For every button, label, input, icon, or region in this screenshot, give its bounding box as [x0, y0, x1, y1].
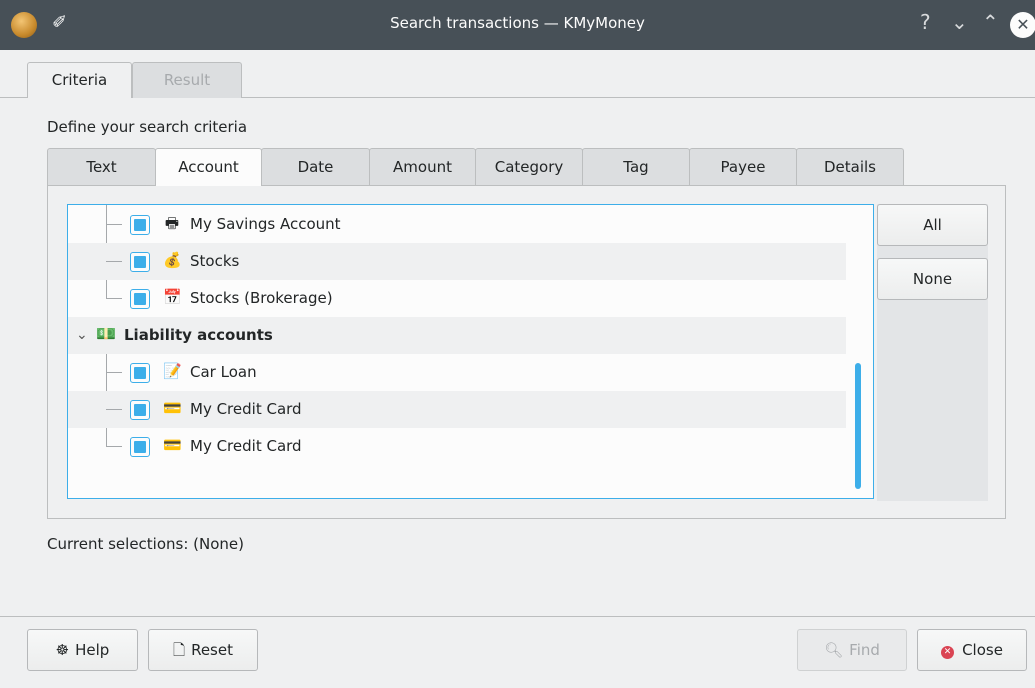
credit-card-icon: 💳 [163, 436, 182, 454]
tab-account[interactable]: Account [155, 148, 262, 186]
tree-row[interactable]: 📅 Stocks (Brokerage) [68, 280, 846, 317]
tree-connector [106, 298, 122, 299]
account-label: Stocks (Brokerage) [190, 289, 333, 307]
reset-button-label: Reset [191, 641, 233, 659]
help-icon[interactable]: ? [920, 10, 931, 34]
account-checkbox[interactable] [130, 363, 150, 383]
account-checkbox[interactable] [130, 289, 150, 309]
tab-tag[interactable]: Tag [582, 148, 690, 185]
find-button-label: Find [849, 641, 880, 659]
liability-icon: 💵 [96, 324, 116, 343]
account-label: My Savings Account [190, 215, 341, 233]
account-tree[interactable]: 🖶 My Savings Account 💰 Stocks 📅 Stocks (… [67, 204, 874, 499]
loan-icon: 📝 [163, 362, 182, 380]
account-label: My Credit Card [190, 437, 302, 455]
tree-connector [106, 409, 122, 410]
lifebuoy-icon: ☸ [55, 641, 70, 659]
select-all-button[interactable]: All [877, 204, 988, 246]
tree-row[interactable]: 💳 My Credit Card [68, 391, 846, 428]
tree-connector [106, 372, 122, 373]
close-button-label: Close [962, 641, 1003, 659]
stocks-icon: 💰 [163, 251, 182, 269]
tree-row[interactable]: 💳 My Credit Card [68, 428, 846, 465]
tree-group-row[interactable]: ⌄ 💵 Liability accounts [68, 317, 846, 354]
tab-details[interactable]: Details [796, 148, 904, 185]
select-none-button[interactable]: None [877, 258, 988, 300]
find-button[interactable]: 🔍︎ Find [797, 629, 907, 671]
help-button[interactable]: ☸ Help [27, 629, 138, 671]
define-criteria-label: Define your search criteria [47, 118, 248, 136]
window-close-icon[interactable]: ✕ [1010, 12, 1035, 38]
savings-icon: 🖶 [164, 214, 180, 232]
account-checkbox[interactable] [130, 437, 150, 457]
tree-connector [106, 224, 122, 225]
tab-text[interactable]: Text [47, 148, 156, 185]
account-checkbox[interactable] [130, 252, 150, 272]
brokerage-icon: 📅 [163, 288, 182, 306]
tab-amount[interactable]: Amount [369, 148, 476, 185]
title-bar: ✐ Search transactions — KMyMoney ? ⌄ ⌃ ✕ [0, 0, 1035, 50]
close-button[interactable]: ✕ Close [917, 629, 1027, 671]
tab-category[interactable]: Category [475, 148, 583, 185]
group-label: Liability accounts [124, 326, 273, 344]
close-icon: ✕ [941, 646, 955, 659]
account-label: Car Loan [190, 363, 257, 381]
button-column [877, 204, 988, 501]
account-checkbox[interactable] [130, 215, 150, 235]
tab-criteria[interactable]: Criteria [27, 62, 132, 98]
tab-date[interactable]: Date [261, 148, 370, 185]
search-icon: 🔍︎ [824, 641, 844, 659]
window-title: Search transactions — KMyMoney [390, 14, 645, 32]
credit-card-icon: 💳 [163, 399, 182, 417]
account-label: My Credit Card [190, 400, 302, 418]
tree-connector [106, 261, 122, 262]
maximize-icon[interactable]: ⌃ [982, 10, 999, 34]
tree-row[interactable]: 🖶 My Savings Account [68, 206, 846, 243]
account-label: Stocks [190, 252, 240, 270]
tree-row[interactable]: 📝 Car Loan [68, 354, 846, 391]
help-button-label: Help [75, 641, 110, 659]
tab-result[interactable]: Result [132, 62, 242, 98]
tab-payee[interactable]: Payee [689, 148, 797, 185]
account-checkbox[interactable] [130, 400, 150, 420]
reset-button[interactable]: 🗋 Reset [148, 629, 258, 671]
reset-icon: 🗋 [173, 641, 186, 659]
minimize-icon[interactable]: ⌄ [951, 10, 968, 34]
current-selections-label: Current selections: (None) [47, 535, 244, 553]
chevron-down-icon[interactable]: ⌄ [76, 327, 88, 343]
criteria-tab-bar: Text Account Date Amount Category Tag Pa… [47, 148, 904, 186]
tree-scrollbar[interactable] [855, 363, 861, 489]
tree-connector [106, 446, 122, 447]
tree-row[interactable]: 💰 Stocks [68, 243, 846, 280]
